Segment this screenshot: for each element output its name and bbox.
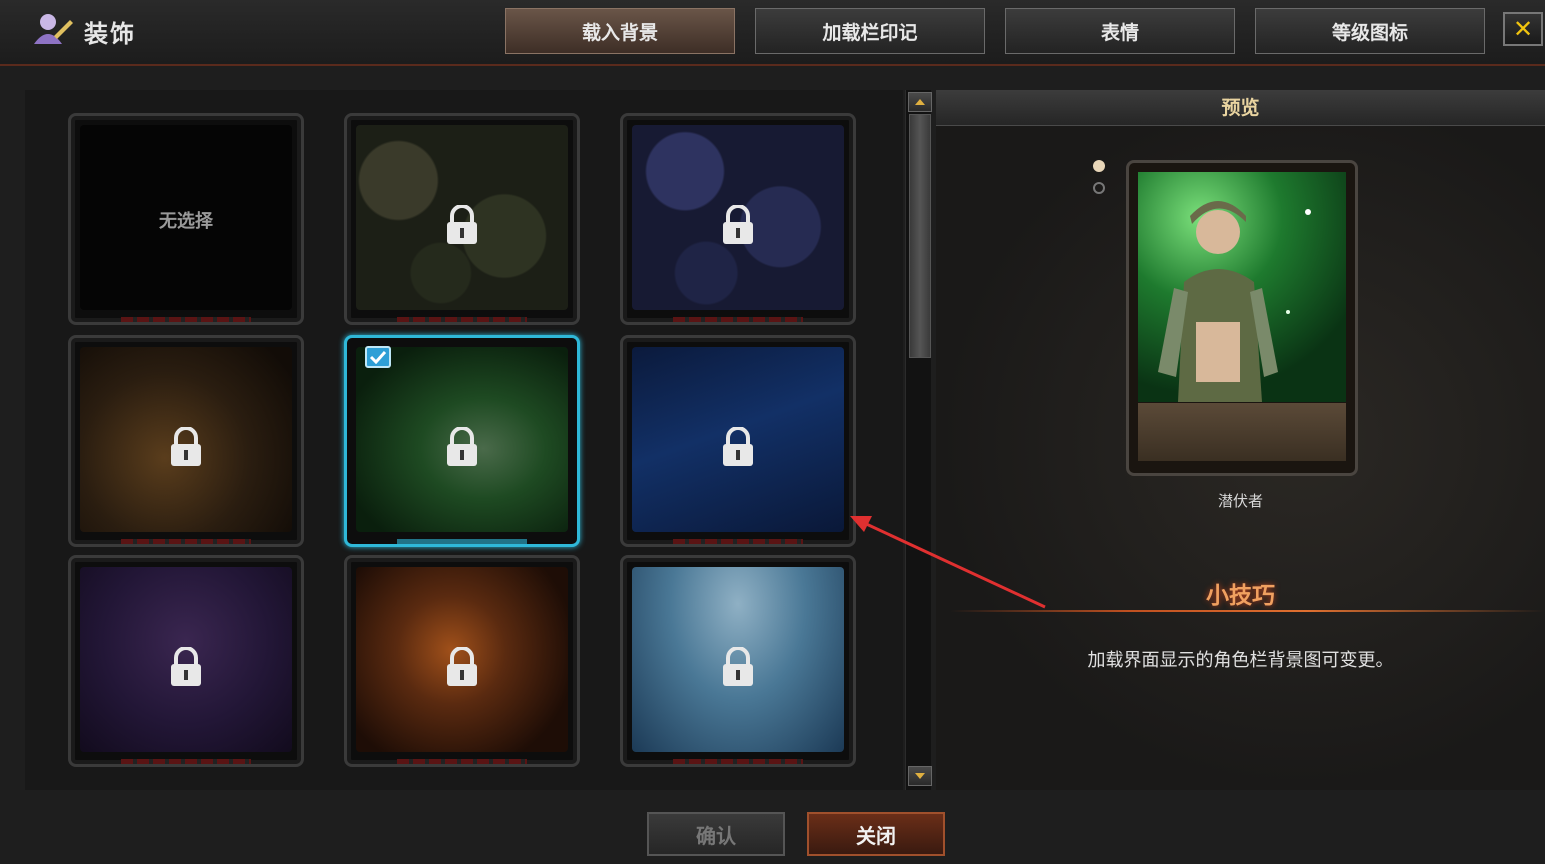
scroll-down-button[interactable] — [908, 766, 932, 786]
arrow-down-icon — [915, 773, 925, 779]
lock-icon — [447, 647, 477, 686]
lock-icon — [723, 647, 753, 686]
page-dot-active[interactable] — [1093, 160, 1105, 172]
page-title: 装饰 — [84, 20, 136, 48]
background-card-purple-stars[interactable] — [68, 555, 304, 767]
background-card-blue-light[interactable] — [620, 335, 856, 547]
grid-scrollbar[interactable] — [905, 90, 932, 790]
preview-character-card — [1126, 160, 1358, 476]
lock-icon — [171, 427, 201, 466]
selected-check-icon — [365, 346, 391, 368]
lock-icon — [447, 427, 477, 466]
close-button[interactable]: 关闭 — [807, 812, 945, 856]
tab-emotes[interactable]: 表情 — [1005, 8, 1235, 54]
tips-divider — [950, 610, 1545, 612]
character-portrait — [1138, 172, 1346, 402]
background-card-green-nebula[interactable] — [344, 335, 580, 547]
page-dot[interactable] — [1093, 182, 1105, 194]
background-card-green-camo[interactable] — [344, 113, 580, 325]
background-card-blue-camo[interactable] — [620, 113, 856, 325]
character-name: 潜伏者 — [1217, 492, 1263, 510]
close-x-icon: ✕ — [1512, 15, 1534, 43]
arrow-up-icon — [915, 99, 925, 105]
lock-icon — [723, 205, 753, 244]
scroll-thumb[interactable] — [909, 114, 931, 358]
close-window-button[interactable]: ✕ — [1503, 12, 1543, 46]
background-card-amber-bokeh[interactable] — [68, 335, 304, 547]
background-card-ice[interactable] — [620, 555, 856, 767]
no-selection-label: 无选择 — [159, 211, 213, 232]
preview-title: 预览 — [936, 90, 1545, 126]
background-grid: 无选择 — [25, 90, 903, 790]
tips-text: 加载界面显示的角色栏背景图可变更。 — [1087, 650, 1394, 671]
scroll-up-button[interactable] — [908, 92, 932, 112]
tips-title: 小技巧 — [1206, 583, 1275, 609]
tab-load-background[interactable]: 载入背景 — [505, 8, 735, 54]
decoration-icon — [34, 14, 73, 44]
lock-icon — [447, 205, 477, 244]
background-card-fire[interactable] — [344, 555, 580, 767]
tab-loading-bar-mark[interactable]: 加载栏印记 — [755, 8, 985, 54]
confirm-button[interactable]: 确认 — [647, 812, 785, 856]
background-card-none[interactable]: 无选择 — [68, 113, 304, 325]
title-bar: 装饰 载入背景 加载栏印记 表情 等级图标 ✕ — [0, 0, 1545, 66]
tab-level-icons[interactable]: 等级图标 — [1255, 8, 1485, 54]
lock-icon — [171, 647, 201, 686]
preview-panel: 预览 潜伏者 小技巧 加载界面显示的角色栏背景图可变更。 — [936, 90, 1545, 790]
lock-icon — [723, 427, 753, 466]
